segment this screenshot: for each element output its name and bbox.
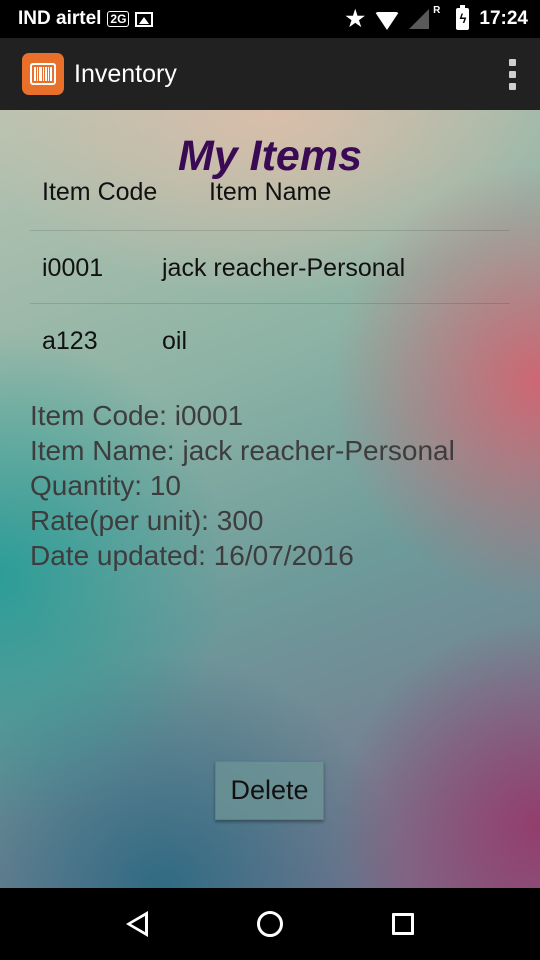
app-title: Inventory — [74, 59, 177, 88]
carrier-name: IND airtel — [18, 8, 102, 29]
action-bar: Inventory — [0, 38, 540, 110]
overflow-menu-icon[interactable] — [502, 54, 522, 94]
back-icon — [125, 911, 148, 937]
recents-icon — [392, 913, 415, 935]
detail-quantity: Quantity: 10 — [30, 470, 181, 501]
app-icon — [22, 53, 64, 95]
item-name: oil — [162, 327, 188, 355]
item-code: a123 — [42, 327, 98, 355]
main-content: My Items Item Code Item Name i0001 jack … — [0, 110, 540, 888]
page-title: My Items — [177, 132, 362, 180]
status-bar: IND airtel 2G ★ R 17:24 — [0, 0, 540, 38]
detail-date-updated: Date updated: 16/07/2016 — [30, 540, 354, 571]
back-button[interactable] — [107, 894, 167, 954]
list-item[interactable]: i0001 jack reacher-Personal — [0, 231, 540, 303]
signal-icon — [409, 9, 430, 29]
image-icon — [135, 11, 154, 27]
detail-item-name: Item Name: jack reacher-Personal — [30, 435, 455, 466]
star-icon: ★ — [345, 6, 366, 31]
clock: 17:24 — [479, 8, 528, 29]
barcode-icon — [30, 63, 56, 85]
list-item[interactable]: a123 oil — [0, 304, 540, 376]
delete-button[interactable]: Delete — [215, 761, 324, 820]
wifi-icon — [375, 12, 400, 30]
item-details: Item Code: i0001 Item Name: jack reacher… — [30, 398, 455, 573]
battery-charging-icon — [456, 5, 470, 30]
status-left: IND airtel 2G — [18, 8, 154, 30]
status-right: ★ R 17:24 — [345, 4, 528, 31]
column-header-item-code: Item Code — [42, 178, 158, 206]
detail-item-code: Item Code: i0001 — [30, 400, 244, 431]
column-header-item-name: Item Name — [209, 178, 332, 206]
navigation-bar — [0, 888, 540, 960]
home-button[interactable] — [240, 894, 300, 954]
home-icon — [256, 911, 283, 937]
recents-button[interactable] — [373, 894, 433, 954]
detail-rate: Rate(per unit): 300 — [30, 505, 264, 536]
roaming-indicator: R — [433, 4, 441, 16]
item-code: i0001 — [42, 254, 104, 282]
hd-badge-icon: 2G — [107, 11, 130, 27]
item-name: jack reacher-Personal — [162, 254, 406, 282]
